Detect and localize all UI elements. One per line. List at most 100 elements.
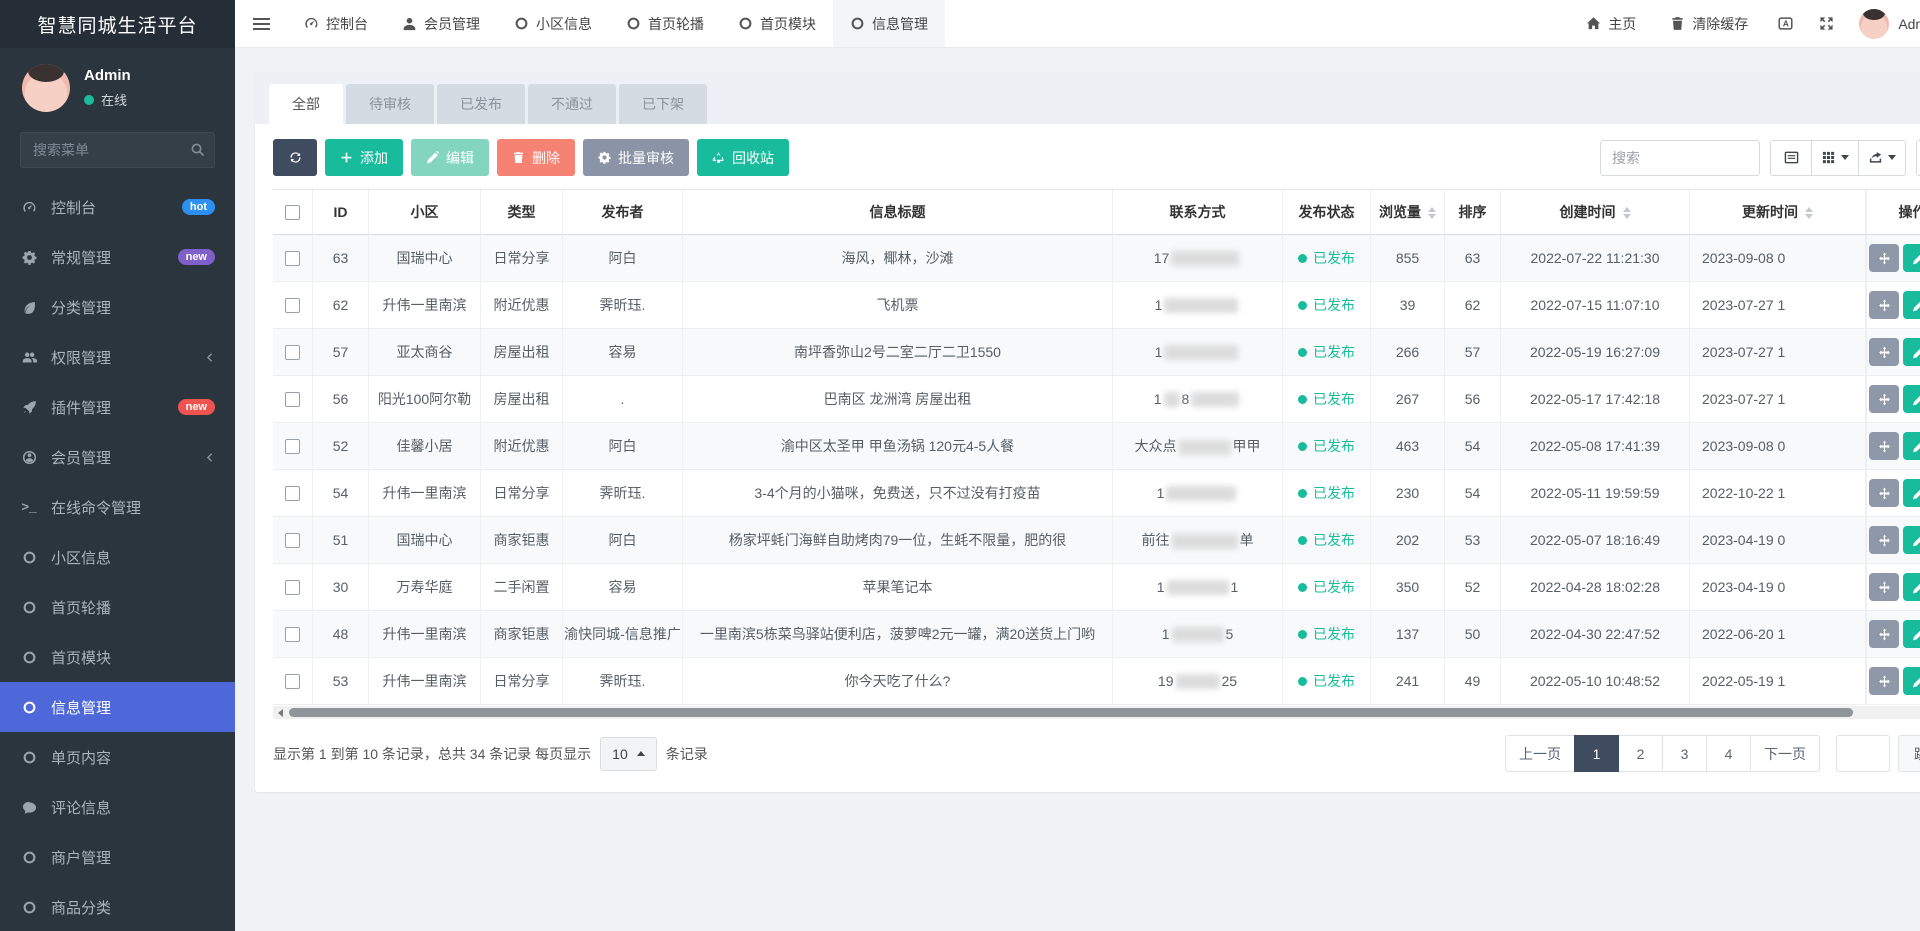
row-checkbox[interactable] xyxy=(285,345,300,360)
topnav-item-3[interactable]: 首页轮播 xyxy=(609,0,721,47)
sidebar-item-2[interactable]: 分类管理 xyxy=(0,282,235,332)
sidebar-item-4[interactable]: 插件管理new xyxy=(0,382,235,432)
row-checkbox[interactable] xyxy=(285,533,300,548)
scrollbar-thumb[interactable] xyxy=(289,708,1853,717)
page-button-3[interactable]: 3 xyxy=(1662,735,1707,772)
table-search-input[interactable] xyxy=(1600,140,1760,176)
move-row-button[interactable] xyxy=(1869,479,1899,507)
topnav-item-1[interactable]: 会员管理 xyxy=(385,0,497,47)
sidebar-item-12[interactable]: 评论信息 xyxy=(0,782,235,832)
row-checkbox[interactable] xyxy=(285,392,300,407)
move-row-button[interactable] xyxy=(1869,620,1899,648)
page-button-4[interactable]: 4 xyxy=(1706,735,1751,772)
topnav-item-2[interactable]: 小区信息 xyxy=(497,0,609,47)
search-submit-button[interactable] xyxy=(1916,140,1920,176)
clear-cache-button[interactable]: 清除缓存 xyxy=(1653,0,1765,47)
row-checkbox[interactable] xyxy=(285,674,300,689)
language-button[interactable] xyxy=(1765,0,1806,47)
edit-row-button[interactable] xyxy=(1903,291,1920,319)
tab-2[interactable]: 已发布 xyxy=(437,84,525,124)
edit-row-button[interactable] xyxy=(1903,667,1920,695)
columns-button[interactable] xyxy=(1812,140,1859,176)
scroll-left-arrow[interactable] xyxy=(273,706,287,719)
detail-view-icon xyxy=(1784,150,1799,165)
topnav-item-5[interactable]: 信息管理 xyxy=(833,0,945,47)
sidebar-item-14[interactable]: 商品分类 xyxy=(0,882,235,931)
detail-view-button[interactable] xyxy=(1770,140,1812,176)
add-button[interactable]: 添加 xyxy=(325,139,403,176)
move-row-button[interactable] xyxy=(1869,338,1899,366)
export-button[interactable] xyxy=(1859,140,1906,176)
cell-check xyxy=(273,517,313,564)
status-dot-icon xyxy=(1298,630,1307,639)
jump-button[interactable]: 跳转 xyxy=(1898,735,1920,772)
tab-1[interactable]: 待审核 xyxy=(346,84,434,124)
column-header-views[interactable]: 浏览量 xyxy=(1371,190,1445,235)
recycle-button[interactable]: 回收站 xyxy=(697,139,789,176)
sidebar-item-5[interactable]: 会员管理 xyxy=(0,432,235,482)
sidebar-item-10[interactable]: 信息管理 xyxy=(0,682,235,732)
edit-row-button[interactable] xyxy=(1903,432,1920,460)
hamburger-menu-button[interactable] xyxy=(235,0,287,47)
avatar[interactable] xyxy=(22,64,70,112)
sidebar-item-13[interactable]: 商户管理 xyxy=(0,832,235,882)
dashboard-icon xyxy=(20,200,38,215)
cell-title: 一里南滨5栋菜鸟驿站便利店，菠萝啤2元一罐，满20送货上门哟 xyxy=(683,611,1113,658)
move-row-button[interactable] xyxy=(1869,385,1899,413)
page-size-select[interactable]: 10 xyxy=(600,737,657,771)
circle-icon xyxy=(20,650,38,665)
sidebar-item-3[interactable]: 权限管理 xyxy=(0,332,235,382)
sidebar-item-11[interactable]: 单页内容 xyxy=(0,732,235,782)
sidebar-item-7[interactable]: 小区信息 xyxy=(0,532,235,582)
row-checkbox[interactable] xyxy=(285,251,300,266)
edit-row-button[interactable] xyxy=(1903,479,1920,507)
move-row-button[interactable] xyxy=(1869,526,1899,554)
edit-row-button[interactable] xyxy=(1903,573,1920,601)
edit-row-button[interactable] xyxy=(1903,620,1920,648)
move-row-button[interactable] xyxy=(1869,667,1899,695)
move-row-button[interactable] xyxy=(1869,573,1899,601)
batch-audit-button[interactable]: 批量审核 xyxy=(583,139,689,176)
sidebar-item-8[interactable]: 首页轮播 xyxy=(0,582,235,632)
edit-row-button[interactable] xyxy=(1903,526,1920,554)
cell-ops xyxy=(1866,658,1920,705)
move-row-button[interactable] xyxy=(1869,432,1899,460)
row-checkbox[interactable] xyxy=(285,580,300,595)
fullscreen-button[interactable] xyxy=(1806,0,1847,47)
column-header-created[interactable]: 创建时间 xyxy=(1501,190,1690,235)
home-link[interactable]: 主页 xyxy=(1569,0,1653,47)
edit-button[interactable]: 编辑 xyxy=(411,139,489,176)
sidebar-item-9[interactable]: 首页模块 xyxy=(0,632,235,682)
move-row-button[interactable] xyxy=(1869,291,1899,319)
sidebar: 智慧同城生活平台 Admin 在线 控制台hot常规管理new分类管理权限管理插… xyxy=(0,0,235,931)
topnav-item-4[interactable]: 首页模块 xyxy=(721,0,833,47)
prev-page-button[interactable]: 上一页 xyxy=(1505,735,1575,772)
redacted-blur xyxy=(1176,674,1220,689)
sidebar-search-input[interactable] xyxy=(20,132,215,168)
sidebar-item-6[interactable]: >_在线命令管理 xyxy=(0,482,235,532)
edit-row-button[interactable] xyxy=(1903,338,1920,366)
tab-0[interactable]: 全部 xyxy=(269,84,343,124)
delete-button[interactable]: 删除 xyxy=(497,139,575,176)
sidebar-item-1[interactable]: 常规管理new xyxy=(0,232,235,282)
jump-page-input[interactable] xyxy=(1836,735,1890,772)
sidebar-item-0[interactable]: 控制台hot xyxy=(0,182,235,232)
refresh-button[interactable] xyxy=(273,139,317,176)
topnav-item-0[interactable]: 控制台 xyxy=(287,0,385,47)
row-checkbox[interactable] xyxy=(285,486,300,501)
edit-row-button[interactable] xyxy=(1903,244,1920,272)
page-button-1[interactable]: 1 xyxy=(1574,735,1619,772)
page-button-2[interactable]: 2 xyxy=(1618,735,1663,772)
user-menu[interactable]: Admin xyxy=(1847,0,1920,47)
row-checkbox[interactable] xyxy=(285,627,300,642)
tab-3[interactable]: 不通过 xyxy=(528,84,616,124)
move-row-button[interactable] xyxy=(1869,244,1899,272)
next-page-button[interactable]: 下一页 xyxy=(1750,735,1820,772)
tab-4[interactable]: 已下架 xyxy=(619,84,707,124)
edit-row-button[interactable] xyxy=(1903,385,1920,413)
row-checkbox[interactable] xyxy=(285,439,300,454)
sidebar-menu: 控制台hot常规管理new分类管理权限管理插件管理new会员管理>_在线命令管理… xyxy=(0,182,235,931)
column-header-updated[interactable]: 更新时间 xyxy=(1690,190,1866,235)
select-all-checkbox[interactable] xyxy=(285,205,300,220)
row-checkbox[interactable] xyxy=(285,298,300,313)
